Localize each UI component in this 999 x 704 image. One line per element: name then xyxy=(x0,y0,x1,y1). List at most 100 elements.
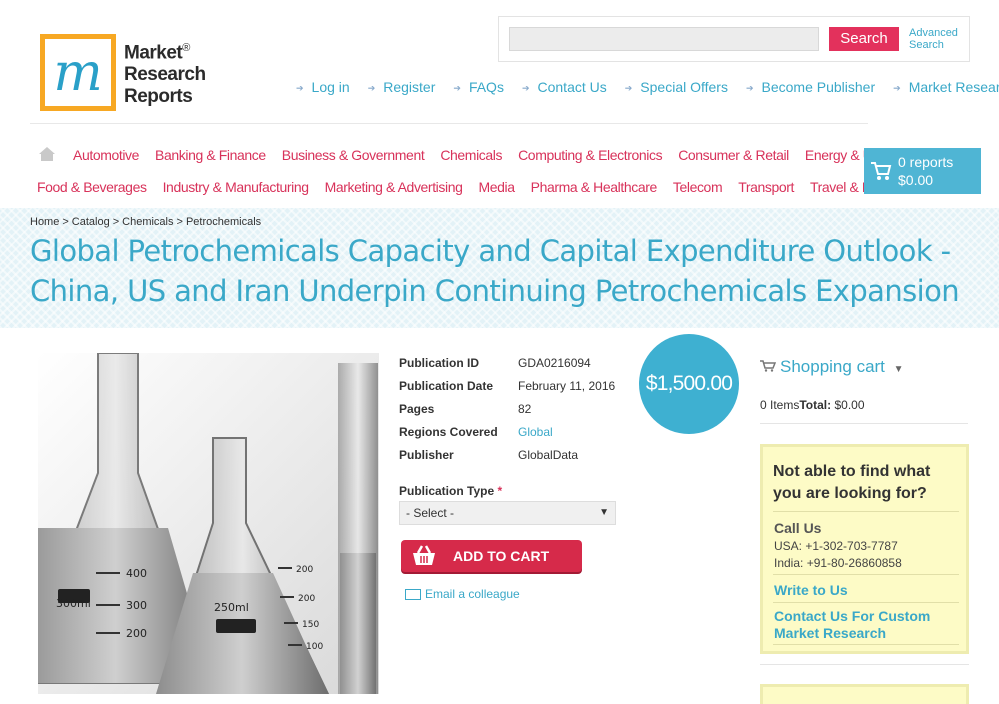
price-badge: $1,500.00 xyxy=(639,334,739,434)
nav-banking-finance[interactable]: Banking & Finance xyxy=(155,147,266,163)
advanced-search-link[interactable]: Advanced Search xyxy=(909,27,958,51)
sidebar-cart-summary: 0 ItemsTotal: $0.00 xyxy=(760,398,865,412)
search-box: Search Advanced Search xyxy=(498,16,970,62)
top-link-contact[interactable]: ➔ Contact Us xyxy=(522,79,607,95)
logo-mark: m xyxy=(40,34,116,111)
nav-marketing-advertising[interactable]: Marketing & Advertising xyxy=(325,179,463,195)
top-links: ➔ Log in ➔ Register ➔ FAQs ➔ Contact Us ➔ Spe… xyxy=(296,79,999,95)
detail-value: February 11, 2016 xyxy=(518,379,616,393)
category-nav-row1: Automotive Banking & Finance Business & Go… xyxy=(73,147,920,163)
search-button[interactable]: Search xyxy=(829,27,899,51)
logo-text: Market® Research Reports xyxy=(124,37,206,108)
cart-report-count: 0 reports xyxy=(898,154,954,170)
write-to-us-link[interactable]: Write to Us xyxy=(774,582,848,599)
breadcrumb-home[interactable]: Home xyxy=(30,216,59,228)
breadcrumb-separator: > xyxy=(62,216,69,228)
arrow-icon: ➔ xyxy=(453,83,461,93)
nav-automotive[interactable]: Automotive xyxy=(73,147,139,163)
help-divider xyxy=(773,511,959,512)
flask1-volume: 300ml xyxy=(56,597,91,610)
flask1-mark-400: 400 xyxy=(126,567,147,580)
breadcrumb-separator: > xyxy=(176,216,183,228)
sidebar-divider xyxy=(760,664,969,665)
breadcrumb: Home > Catalog > Chemicals > Petrochemicals xyxy=(30,216,261,228)
phone-usa: USA: +1-302-703-7787 xyxy=(774,539,898,553)
top-link-special-offers[interactable]: ➔ Special Offers xyxy=(625,79,728,95)
detail-value: GDA0216094 xyxy=(518,356,591,370)
top-link-label: Register xyxy=(383,79,436,95)
help-question: Not able to find what you are looking fo… xyxy=(773,463,931,502)
detail-value: 82 xyxy=(518,402,532,416)
custom-research-link[interactable]: Contact Us For Custom Market Research xyxy=(774,608,964,642)
publication-type-label: Publication Type * xyxy=(399,484,502,498)
top-link-faqs[interactable]: ➔ FAQs xyxy=(453,79,504,95)
nav-transport[interactable]: Transport xyxy=(738,179,794,195)
region-link[interactable]: Global xyxy=(518,425,553,439)
detail-label: Publication ID xyxy=(399,356,480,370)
cart-icon xyxy=(871,162,892,180)
breadcrumb-petrochemicals[interactable]: Petrochemicals xyxy=(186,216,261,228)
shopping-cart-heading[interactable]: Shopping cart ▼ xyxy=(760,357,904,377)
chevron-down-icon: ▼ xyxy=(599,507,609,518)
phone-india: India: +91-80-26860858 xyxy=(774,556,902,570)
call-us-heading: Call Us xyxy=(774,520,822,536)
basket-icon xyxy=(413,545,435,565)
nav-pharma-healthcare[interactable]: Pharma & Healthcare xyxy=(531,179,658,195)
required-marker: * xyxy=(497,484,503,498)
publication-type-select[interactable]: - Select - ▼ xyxy=(399,501,616,525)
email-colleague-link[interactable]: Email a colleague xyxy=(405,587,520,601)
breadcrumb-chemicals[interactable]: Chemicals xyxy=(122,216,173,228)
nav-consumer-retail[interactable]: Consumer & Retail xyxy=(678,147,789,163)
cart-items-count: 0 Items xyxy=(760,398,800,412)
arrow-icon: ➔ xyxy=(745,83,754,93)
chevron-down-icon[interactable]: ▼ xyxy=(894,364,904,375)
breadcrumb-catalog[interactable]: Catalog xyxy=(72,216,110,228)
flask1-mark-300: 300 xyxy=(126,599,147,612)
nav-telecom[interactable]: Telecom xyxy=(673,179,723,195)
top-link-register[interactable]: ➔ Register xyxy=(368,79,436,95)
search-input[interactable] xyxy=(509,27,819,51)
lab-flasks-image: 400 300 200 300ml 250ml 200 200 150 100 xyxy=(38,353,379,694)
detail-label: Pages xyxy=(399,402,435,416)
nav-industry-manufacturing[interactable]: Industry & Manufacturing xyxy=(163,179,309,195)
top-link-login[interactable]: ➔ Log in xyxy=(296,79,350,95)
sidebar-divider xyxy=(760,423,968,424)
cart-icon xyxy=(760,360,776,372)
nav-computing-electronics[interactable]: Computing & Electronics xyxy=(518,147,662,163)
select-value: - Select - xyxy=(406,506,455,520)
nav-chemicals[interactable]: Chemicals xyxy=(440,147,502,163)
page-title: Global Petrochemicals Capacity and Capit… xyxy=(30,234,960,308)
add-to-cart-button[interactable]: ADD TO CART xyxy=(401,540,582,572)
email-colleague-label: Email a colleague xyxy=(425,587,520,601)
help-divider xyxy=(773,644,959,645)
nav-media[interactable]: Media xyxy=(478,179,515,195)
detail-value: GlobalData xyxy=(518,448,579,462)
site-logo[interactable]: m Market® Research Reports xyxy=(40,34,206,111)
detail-label: Regions Covered xyxy=(399,425,498,439)
header-cart[interactable]: 0 reports $0.00 xyxy=(864,148,981,194)
nav-business-government[interactable]: Business & Government xyxy=(282,147,425,163)
cart-total-value: $0.00 xyxy=(834,398,865,412)
advanced-search-line1: Advanced xyxy=(909,27,958,39)
top-link-label: Market Research Blog xyxy=(908,79,999,95)
arrow-icon: ➔ xyxy=(893,83,901,93)
flask2-mark-1: 200 xyxy=(296,565,313,575)
logo-registered: ® xyxy=(182,41,190,54)
logo-line2: Research xyxy=(124,64,206,86)
envelope-icon xyxy=(405,589,421,600)
flask2-mark-3: 150 xyxy=(302,620,319,630)
top-link-blog[interactable]: ➔ Market Research Blog xyxy=(893,79,999,95)
home-icon[interactable] xyxy=(38,146,56,162)
nav-food-beverages[interactable]: Food & Beverages xyxy=(37,179,147,195)
detail-label: Publisher xyxy=(399,448,454,462)
advanced-search-line2: Search xyxy=(909,39,944,51)
top-link-label: Special Offers xyxy=(640,79,728,95)
arrow-icon: ➔ xyxy=(367,83,376,93)
logo-line3: Reports xyxy=(124,86,193,108)
flask2-mark-4: 100 xyxy=(306,642,323,652)
top-link-become-publisher[interactable]: ➔ Become Publisher xyxy=(746,79,875,95)
logo-line1: Market xyxy=(124,42,183,64)
cart-total: $0.00 xyxy=(898,172,934,188)
arrow-icon: ➔ xyxy=(296,83,304,93)
arrow-icon: ➔ xyxy=(624,83,633,93)
